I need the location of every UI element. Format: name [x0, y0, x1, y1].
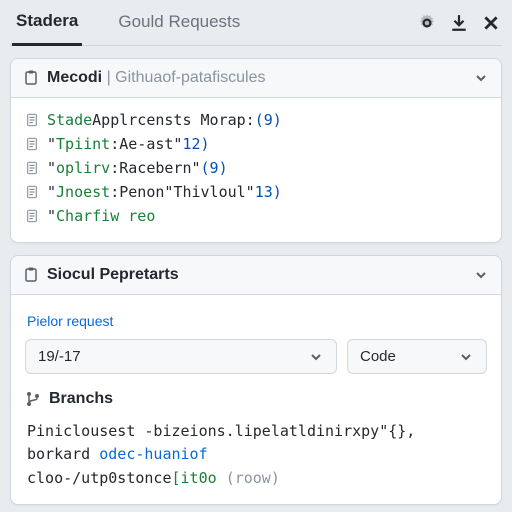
list-item[interactable]: "Jnoest:Penon"Thivloul" 13)	[25, 180, 487, 204]
chevron-down-icon[interactable]	[473, 70, 489, 86]
git-branch-icon	[25, 391, 41, 407]
gear-icon[interactable]	[418, 14, 436, 32]
chevron-down-icon	[308, 349, 324, 365]
download-icon[interactable]	[450, 14, 468, 32]
tab-requests[interactable]: Gould Requests	[114, 2, 244, 44]
close-icon[interactable]	[482, 14, 500, 32]
clipboard-icon	[23, 267, 39, 283]
panel-header-2[interactable]: Siocul Pepretarts	[11, 256, 501, 295]
panel-mecodi: Mecodi | Githuaof-patafiscules Stade App…	[10, 58, 502, 243]
file-icon	[25, 137, 39, 151]
pielor-request-link[interactable]: Pielor request	[25, 305, 487, 339]
branches-heading: Branchs	[25, 390, 487, 408]
code-select[interactable]: Code	[347, 339, 487, 374]
panel-siocul: Siocul Pepretarts Pielor request 19/-17 …	[10, 255, 502, 505]
tab-stadera[interactable]: Stadera	[12, 1, 82, 46]
code-block: Piniclousest -bizeions.lipelatldinirxpy"…	[25, 416, 487, 490]
file-list: Stade Applrcensts Morap: (9)"Tpiint:Ae-a…	[11, 98, 501, 242]
panel-header[interactable]: Mecodi | Githuaof-patafiscules	[11, 59, 501, 98]
panel-title-2: Siocul Pepretarts	[47, 266, 179, 284]
clipboard-icon	[23, 70, 39, 86]
file-icon	[25, 113, 39, 127]
list-item[interactable]: "Tpiint:Ae-ast" 12)	[25, 132, 487, 156]
chevron-down-icon	[458, 349, 474, 365]
list-item[interactable]: "Charfiw reo	[25, 204, 487, 228]
chevron-down-icon[interactable]	[473, 267, 489, 283]
tab-bar: Stadera Gould Requests	[10, 0, 502, 46]
panel-title: Mecodi | Githuaof-patafiscules	[47, 69, 265, 87]
file-icon	[25, 209, 39, 223]
list-item[interactable]: Stade Applrcensts Morap: (9)	[25, 108, 487, 132]
list-item[interactable]: "oplirv:Racebern" (9)	[25, 156, 487, 180]
file-icon	[25, 185, 39, 199]
range-value: 19/-17	[38, 348, 81, 365]
file-icon	[25, 161, 39, 175]
code-value: Code	[360, 348, 396, 365]
range-select[interactable]: 19/-17	[25, 339, 337, 374]
